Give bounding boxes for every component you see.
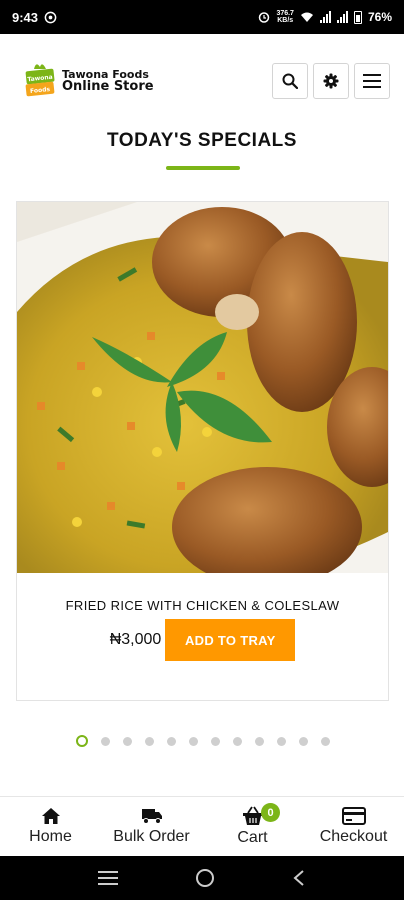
logo-text: Tawona Foods Online Store <box>62 69 154 94</box>
gear-icon <box>323 73 339 89</box>
title-underline <box>166 166 240 170</box>
carousel-dot[interactable] <box>167 736 176 746</box>
carousel-dot[interactable] <box>123 736 132 746</box>
recent-apps-icon[interactable] <box>98 870 119 886</box>
home-circle-icon[interactable] <box>195 868 215 888</box>
carousel-dot[interactable] <box>76 735 88 747</box>
app-header: Tawona Foods Tawona Foods Online Store <box>0 34 404 128</box>
truck-icon <box>141 809 162 824</box>
carousel-dot[interactable] <box>233 736 242 746</box>
credit-card-icon <box>341 807 366 825</box>
carousel-pagination <box>0 735 404 747</box>
logo-title-line2: Online Store <box>62 79 154 94</box>
add-to-tray-button[interactable]: ADD TO TRAY <box>165 619 296 661</box>
nav-home-label: Home <box>29 828 72 845</box>
battery-level: 76% <box>367 10 392 24</box>
nav-checkout-label: Checkout <box>319 828 388 845</box>
product-name: FRIED RICE WITH CHICKEN & COLESLAW <box>65 598 340 613</box>
carousel-dot[interactable] <box>101 736 110 746</box>
nav-cart[interactable]: Cart 0 <box>202 797 303 856</box>
nav-bulk-order-label: Bulk Order <box>113 828 190 845</box>
signal-icon-1 <box>319 11 331 23</box>
back-icon[interactable] <box>292 869 306 887</box>
nav-home[interactable]: Home <box>0 797 101 856</box>
settings-button[interactable] <box>313 63 349 99</box>
carousel-dot[interactable] <box>255 736 264 746</box>
status-bar: 9:43 376.7 KB/s 76% <box>0 0 404 34</box>
search-button[interactable] <box>272 63 308 99</box>
nav-bulk-order[interactable]: Bulk Order <box>101 797 202 856</box>
cart-count-badge: 0 <box>261 803 280 822</box>
whatsapp-icon <box>44 11 57 23</box>
bottom-nav: Home Bulk Order Cart 0 Checkout <box>0 796 404 856</box>
battery-icon <box>353 10 362 24</box>
product-card: FRIED RICE WITH CHICKEN & COLESLAW ₦3,00… <box>16 201 389 701</box>
price-row: ₦3,000 ADD TO TRAY <box>17 619 388 661</box>
carousel-dot[interactable] <box>277 736 286 746</box>
menu-icon <box>363 74 381 88</box>
carousel-dot[interactable] <box>321 736 330 746</box>
carousel-dot[interactable] <box>189 736 198 746</box>
wifi-icon <box>300 12 313 22</box>
basket-icon <box>242 806 263 825</box>
network-speed: 376.7 KB/s <box>276 10 294 24</box>
alarm-icon <box>259 12 270 23</box>
status-time: 9:43 <box>12 9 39 25</box>
nav-checkout[interactable]: Checkout <box>303 797 404 856</box>
store-logo[interactable]: Tawona Foods Tawona Foods Online Store <box>22 61 154 101</box>
signal-icon-2 <box>336 11 348 23</box>
nav-cart-label: Cart <box>237 829 268 846</box>
carousel-dot[interactable] <box>211 736 220 746</box>
logo-badge: Tawona Foods <box>22 61 58 101</box>
home-icon <box>41 808 60 824</box>
system-nav-bar <box>0 856 404 900</box>
product-image[interactable] <box>17 202 388 573</box>
carousel-dot[interactable] <box>299 736 308 746</box>
menu-button[interactable] <box>354 63 390 99</box>
carousel-dot[interactable] <box>145 736 154 746</box>
search-icon <box>282 73 298 89</box>
section-title: TODAY'S SPECIALS <box>107 130 297 151</box>
product-price: ₦3,000 <box>109 631 162 648</box>
